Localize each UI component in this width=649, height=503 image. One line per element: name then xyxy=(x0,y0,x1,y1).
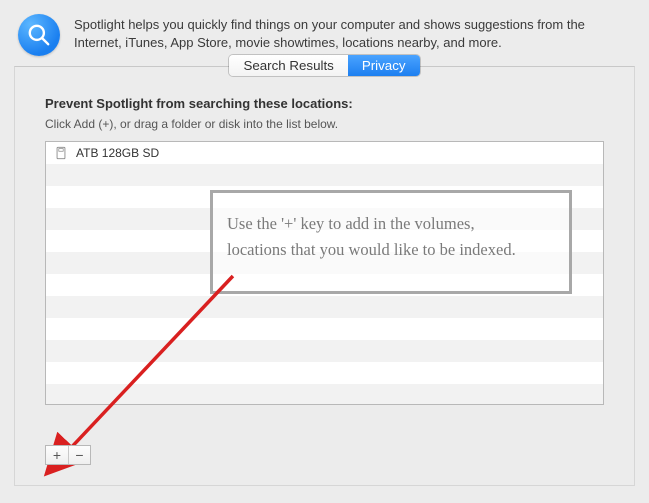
annotation-callout: Use the '+' key to add in the volumes, l… xyxy=(210,190,572,294)
remove-button[interactable]: − xyxy=(68,446,90,464)
annotation-line2: locations that you would like to be inde… xyxy=(227,237,555,263)
annotation-line1: Use the '+' key to add in the volumes, xyxy=(227,211,555,237)
list-item[interactable]: ATB 128GB SD xyxy=(46,142,603,164)
privacy-panel: Search Results Privacy Prevent Spotlight… xyxy=(14,66,635,486)
tab-search-results[interactable]: Search Results xyxy=(229,55,347,76)
exclusion-list[interactable]: ATB 128GB SD Use the '+' key to add in t… xyxy=(45,141,604,405)
list-item-label: ATB 128GB SD xyxy=(76,146,159,160)
spotlight-icon xyxy=(18,14,60,56)
header-description: Spotlight helps you quickly find things … xyxy=(74,14,631,51)
drive-icon xyxy=(54,146,68,160)
privacy-subtitle: Click Add (+), or drag a folder or disk … xyxy=(45,117,604,131)
tab-privacy[interactable]: Privacy xyxy=(348,55,420,76)
privacy-title: Prevent Spotlight from searching these l… xyxy=(45,96,604,111)
tab-control: Search Results Privacy xyxy=(229,55,419,76)
add-remove-bar: + − xyxy=(45,445,91,465)
add-button[interactable]: + xyxy=(46,446,68,464)
